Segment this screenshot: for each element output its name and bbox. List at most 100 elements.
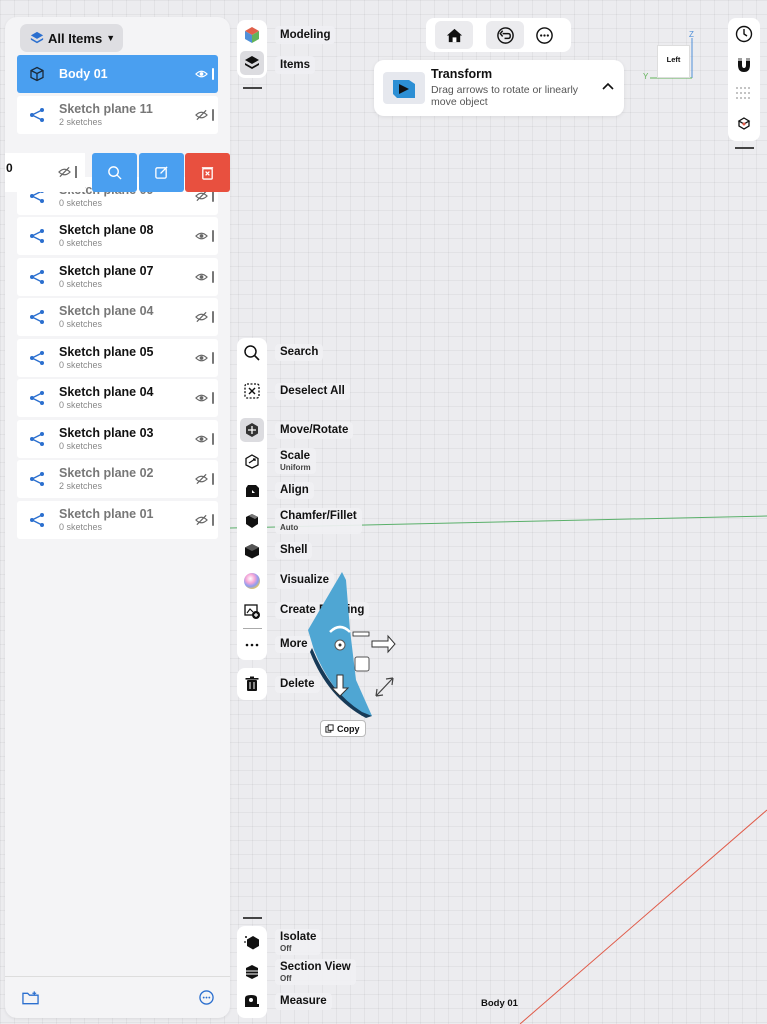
isolate-icon xyxy=(244,936,259,950)
transform-hint-card: Transform Drag arrows to rotate or linea… xyxy=(374,60,624,116)
copy-button[interactable]: Copy xyxy=(320,720,366,737)
deselect-icon xyxy=(244,383,260,399)
list-item-sketch-plane[interactable]: Sketch plane 05 0 sketches xyxy=(17,338,218,377)
list-item-sketch-plane[interactable]: Sketch plane 01 0 sketches xyxy=(17,500,218,539)
list-item-sketch-plane[interactable]: Sketch plane 08 0 sketches xyxy=(17,217,218,255)
filter-dropdown-button[interactable]: All Items ▼ xyxy=(20,24,124,52)
drag-handle[interactable] xyxy=(212,108,214,121)
eye-icon[interactable] xyxy=(195,352,208,364)
isolate-button[interactable] xyxy=(240,930,264,954)
eye-icon[interactable] xyxy=(195,392,208,404)
visualize-tool-button[interactable] xyxy=(240,569,264,593)
drag-handle[interactable] xyxy=(212,270,214,283)
view-cube-face-left[interactable]: Left xyxy=(657,45,690,78)
more-options-icon[interactable] xyxy=(199,990,214,1005)
drag-handle[interactable] xyxy=(212,392,214,404)
drag-handle[interactable] xyxy=(212,432,214,445)
list-item-name: Sketch plane 11 xyxy=(59,101,153,116)
modeling-mode-button[interactable] xyxy=(240,23,264,47)
snap-magnet-icon[interactable] xyxy=(735,55,753,73)
bottom-separator xyxy=(243,917,262,919)
cube-colored-icon xyxy=(245,27,259,43)
chevron-down-icon: ▼ xyxy=(106,33,116,43)
mode-separator xyxy=(243,87,262,89)
drag-handle[interactable] xyxy=(212,230,214,242)
more-tool-button[interactable] xyxy=(240,633,264,657)
view-tools-column xyxy=(237,926,267,1018)
drag-handle[interactable] xyxy=(212,311,214,323)
items-mode-button[interactable] xyxy=(240,51,264,75)
list-item-subtitle: 0 sketches xyxy=(59,440,103,451)
scale-tool-button[interactable] xyxy=(240,449,264,473)
eye-icon[interactable] xyxy=(195,433,208,445)
move-rotate-tool-button[interactable] xyxy=(240,418,264,442)
sketch-plane-icon xyxy=(30,512,44,527)
list-item-name: Body 01 xyxy=(59,67,108,81)
trash-icon xyxy=(245,676,259,691)
drag-handle[interactable] xyxy=(212,473,214,485)
undo-icon xyxy=(496,26,514,44)
move-rotate-icon xyxy=(246,423,258,437)
search-tool-label: Search xyxy=(275,344,324,361)
swiped-row-stub[interactable]: 0 xyxy=(5,153,85,192)
gizmo-plane-handle xyxy=(352,631,370,637)
list-item-body[interactable]: Body 01 xyxy=(17,55,218,93)
chamfer-icon xyxy=(246,514,258,528)
deselect-all-button[interactable] xyxy=(240,379,264,403)
list-item-sketch-plane[interactable]: Sketch plane 07 0 sketches xyxy=(17,257,218,296)
list-item-sketch-plane[interactable]: Sketch plane 02 2 sketches xyxy=(17,460,218,498)
search-tool-button[interactable] xyxy=(240,341,264,365)
create-drawing-tool-button[interactable] xyxy=(240,599,264,623)
list-item-sketch-plane[interactable]: Sketch plane 11 2 sketches xyxy=(17,95,218,134)
list-item-sketch-plane[interactable]: Sketch plane 04 0 sketches xyxy=(17,298,218,336)
filter-label: All Items xyxy=(48,30,103,46)
list-item-subtitle: 2 sketches xyxy=(59,116,103,127)
drag-handle[interactable] xyxy=(212,351,214,364)
eye-icon[interactable] xyxy=(195,68,208,80)
more-menu-button[interactable] xyxy=(525,21,563,49)
edit-row-button[interactable] xyxy=(139,153,184,192)
section-view-button[interactable] xyxy=(240,960,264,984)
history-clock-icon[interactable] xyxy=(735,25,753,43)
list-item-name: Sketch plane 04 xyxy=(59,385,154,399)
chamfer-fillet-tool-button[interactable] xyxy=(240,509,264,533)
delete-tool-button[interactable] xyxy=(240,672,264,696)
scale-icon xyxy=(245,454,259,469)
shell-tool-button[interactable] xyxy=(240,539,264,563)
sketch-plane-icon xyxy=(30,229,44,243)
eye-off-icon[interactable] xyxy=(195,514,208,526)
home-button[interactable] xyxy=(435,21,473,49)
undo-button[interactable] xyxy=(486,21,524,49)
list-item-sketch-plane[interactable]: Sketch plane 04 0 sketches xyxy=(17,379,218,417)
section-view-icon xyxy=(246,965,258,979)
chevron-up-icon[interactable] xyxy=(602,82,614,90)
grid-toggle-icon[interactable] xyxy=(735,85,753,103)
eye-icon[interactable] xyxy=(195,230,208,242)
tape-measure-icon xyxy=(245,995,259,1007)
eye-off-icon[interactable] xyxy=(195,311,208,323)
eye-off-icon[interactable] xyxy=(195,473,208,485)
coordinate-system-icon[interactable] xyxy=(735,114,753,132)
align-tool-button[interactable] xyxy=(240,479,264,503)
align-label: Align xyxy=(275,482,314,499)
delete-row-button[interactable] xyxy=(185,153,230,192)
measure-button[interactable] xyxy=(240,989,264,1013)
eye-icon[interactable] xyxy=(195,271,208,283)
drag-handle[interactable] xyxy=(212,68,214,80)
eye-off-icon[interactable] xyxy=(195,109,208,121)
y-axis-label: Y xyxy=(643,72,649,81)
new-folder-icon[interactable] xyxy=(22,991,39,1005)
drag-handle[interactable] xyxy=(212,513,214,526)
list-item-name: Sketch plane 05 xyxy=(59,344,154,359)
view-cube[interactable]: Left Z Y xyxy=(640,30,702,90)
list-item-sketch-plane[interactable]: Sketch plane 03 0 sketches xyxy=(17,419,218,458)
gizmo-diagonal-arrow xyxy=(375,677,394,697)
swiped-list-item[interactable]: 0 xyxy=(5,153,230,192)
list-item-name: Sketch plane 08 xyxy=(59,223,154,237)
search-row-button[interactable] xyxy=(92,153,137,192)
eye-off-icon[interactable] xyxy=(58,166,71,178)
shell-icon xyxy=(245,544,259,559)
transform-description: Drag arrows to rotate or linearly move o… xyxy=(431,84,579,108)
selected-body-with-gizmo[interactable] xyxy=(300,570,410,720)
list-item-subtitle: 0 sketches xyxy=(59,400,103,410)
